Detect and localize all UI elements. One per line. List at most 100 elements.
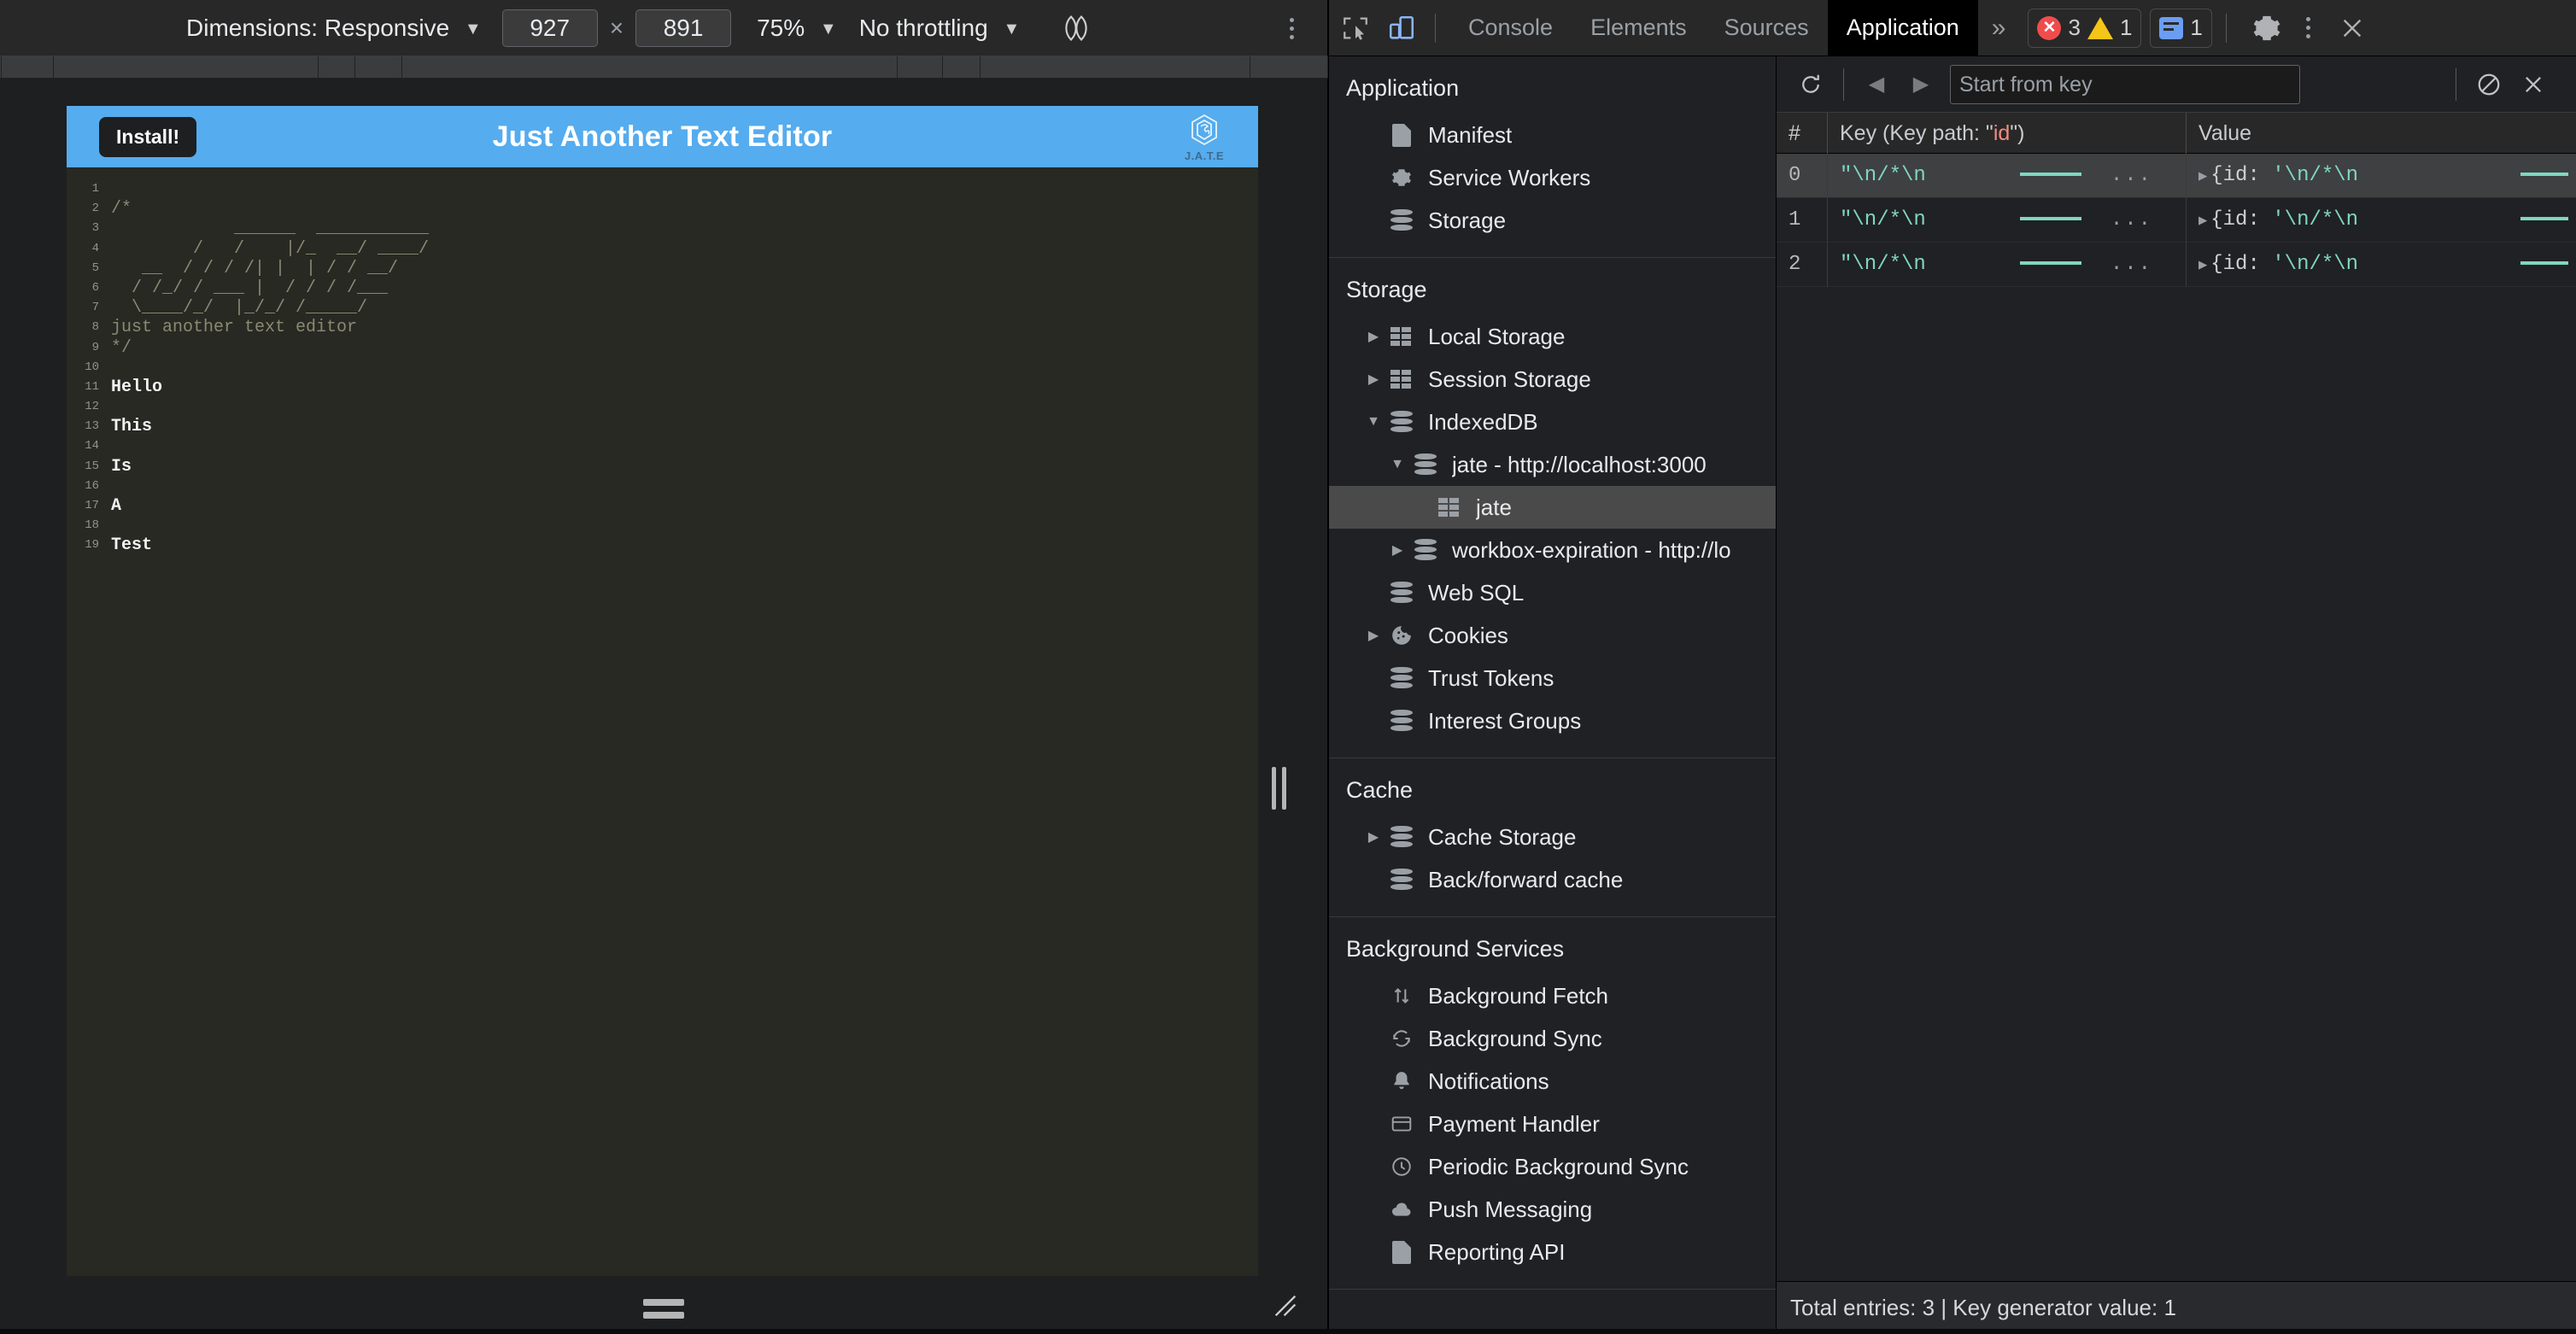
line-number: 19 <box>85 538 99 553</box>
ruler-tick <box>1327 56 1328 79</box>
expand-arrow-icon[interactable]: ▶ <box>2198 169 2207 185</box>
cell-value[interactable]: ▶ {id: '\n/*\n <box>2187 198 2576 243</box>
expand-arrow-icon[interactable]: ▶ <box>2198 214 2207 230</box>
viewport-width-resize-handle[interactable] <box>1269 762 1288 815</box>
inspect-element-icon[interactable] <box>1336 9 1375 48</box>
sidebar-item-interest-groups[interactable]: Interest Groups <box>1329 699 1776 742</box>
table-row[interactable]: 2 "\n/*\n... ▶ {id: '\n/*\n <box>1777 242 2576 287</box>
sidebar-item-cookies[interactable]: ▶ Cookies <box>1329 614 1776 657</box>
sidebar-item-storage[interactable]: Storage <box>1329 199 1776 242</box>
sidebar-item-label: jate - http://localhost:3000 <box>1452 451 1707 477</box>
tab-sources[interactable]: Sources <box>1706 0 1828 56</box>
device-toolbar-more-icon[interactable] <box>1274 10 1308 46</box>
issues-badge-group[interactable]: ✕ 3 1 <box>2028 8 2142 48</box>
chevron-down-icon[interactable]: ▼ <box>1387 457 1408 472</box>
sidebar-item-payment-handler[interactable]: Payment Handler <box>1329 1103 1776 1145</box>
sidebar-item-back-forward-cache[interactable]: Back/forward cache <box>1329 858 1776 901</box>
dimensions-dropdown[interactable]: Dimensions: Responsive ▼ <box>186 15 482 42</box>
sidebar-item-label: Periodic Background Sync <box>1428 1153 1689 1179</box>
messages-badge-group[interactable]: 1 <box>2150 8 2212 48</box>
sidebar-item-web-sql[interactable]: Web SQL <box>1329 571 1776 614</box>
sidebar-item-service-workers[interactable]: Service Workers <box>1329 156 1776 199</box>
sidebar-item-label: workbox-expiration - http://lo <box>1452 536 1731 563</box>
table-icon <box>1385 327 1418 346</box>
viewport-height-input[interactable]: 891 <box>635 9 732 47</box>
viewport-height-resize-handle[interactable] <box>643 1299 684 1319</box>
line-number: 14 <box>85 439 99 453</box>
warning-count: 1 <box>2119 15 2133 40</box>
previous-page-icon[interactable]: ◀ <box>1854 62 1899 107</box>
cell-key[interactable]: "\n/*\n... <box>1828 197 2187 243</box>
viewport-corner-resize-handle[interactable] <box>1271 1291 1300 1320</box>
cell-value[interactable]: ▶ {id: '\n/*\n <box>2187 243 2576 287</box>
sidebar-item-reporting-api[interactable]: Reporting API <box>1329 1231 1776 1273</box>
cell-key[interactable]: "\n/*\n... <box>1828 153 2187 198</box>
chevron-right-icon[interactable]: ▶ <box>1387 541 1408 559</box>
next-page-icon[interactable]: ▶ <box>1899 62 1943 107</box>
column-header-value[interactable]: Value <box>2187 113 2576 154</box>
table-icon <box>1385 370 1418 389</box>
table-row[interactable]: 1 "\n/*\n... ▶ {id: '\n/*\n <box>1777 197 2576 243</box>
zoom-dropdown[interactable]: 75% ▼ <box>757 15 837 42</box>
sidebar-item-jate[interactable]: jate <box>1329 486 1776 529</box>
text-editor[interactable]: 1 2/* 3 ______ ___________ 4 / / |/_ __/ __… <box>67 167 1258 556</box>
tab-elements[interactable]: Elements <box>1572 0 1706 56</box>
sidebar-item-label: Cookies <box>1428 622 1508 648</box>
toggle-device-toolbar-icon[interactable] <box>1382 9 1421 48</box>
sidebar-item-session-storage[interactable]: ▶ Session Storage <box>1329 358 1776 401</box>
sidebar-item-manifest[interactable]: Manifest <box>1329 114 1776 156</box>
cell-key[interactable]: "\n/*\n... <box>1828 242 2187 287</box>
line-text: / / |/_ __/ ____/ <box>111 238 430 259</box>
sidebar-item-background-fetch[interactable]: Background Fetch <box>1329 974 1776 1017</box>
tab-application[interactable]: Application <box>1827 0 1978 56</box>
start-from-key-input[interactable]: Start from key <box>1950 64 2300 104</box>
table-row[interactable]: 0 "\n/*\n... ▶ {id: '\n/*\n <box>1777 153 2576 198</box>
sidebar-item-label: Notifications <box>1428 1068 1549 1094</box>
line-number: 2 <box>91 202 99 216</box>
editor-line: 16 <box>67 477 1258 496</box>
dimension-separator: × <box>609 14 624 41</box>
chevron-right-icon[interactable]: ▶ <box>1363 828 1384 845</box>
line-text: __ / / / /| | | / / __/ <box>111 258 399 278</box>
refresh-icon[interactable] <box>1789 62 1833 107</box>
chevron-right-icon[interactable]: ▶ <box>1363 328 1384 345</box>
column-header-index[interactable]: # <box>1777 112 1828 154</box>
sidebar-item-periodic-background-sync[interactable]: Periodic Background Sync <box>1329 1145 1776 1188</box>
gear-icon[interactable] <box>2247 9 2286 48</box>
chevron-right-icon[interactable]: ▶ <box>1363 627 1384 644</box>
chevron-down-icon[interactable]: ▼ <box>1363 414 1384 430</box>
cell-key-text: "\n/*\n <box>1840 163 1926 187</box>
sidebar-item-notifications[interactable]: Notifications <box>1329 1060 1776 1103</box>
devtools-more-icon[interactable] <box>2292 10 2326 46</box>
throttling-dropdown[interactable]: No throttling ▼ <box>859 15 1021 42</box>
cell-value-text: '\n/*\n <box>2272 208 2359 231</box>
sidebar-item-cache-storage[interactable]: ▶ Cache Storage <box>1329 816 1776 858</box>
editor-line: 8 just another text editor <box>67 318 1258 337</box>
sidebar-item-trust-tokens[interactable]: Trust Tokens <box>1329 657 1776 699</box>
divider <box>1435 13 1436 43</box>
sidebar-item-background-sync[interactable]: Background Sync <box>1329 1017 1776 1060</box>
more-tabs-icon[interactable]: » <box>1978 14 2020 43</box>
chevron-down-icon: ▼ <box>819 19 837 38</box>
column-header-key[interactable]: Key (Key path: "id") <box>1828 112 2187 154</box>
cell-value[interactable]: ▶ {id: '\n/*\n <box>2187 154 2576 198</box>
sidebar-item-local-storage[interactable]: ▶ Local Storage <box>1329 315 1776 358</box>
application-sidebar[interactable]: Application Manifest Service Workers Storag… <box>1329 56 1777 1334</box>
sidebar-item-indexeddb[interactable]: ▼ IndexedDB <box>1329 401 1776 443</box>
editor-line: 12 <box>67 397 1258 417</box>
bell-icon <box>1385 1070 1418 1092</box>
truncation-ellipsis: ... <box>2110 252 2153 276</box>
clear-object-store-icon[interactable] <box>2467 62 2511 107</box>
close-icon[interactable] <box>2333 9 2372 48</box>
chevron-right-icon[interactable]: ▶ <box>1363 371 1384 388</box>
sidebar-item-jate-http-localhost-3000[interactable]: ▼ jate - http://localhost:3000 <box>1329 443 1776 486</box>
tab-console[interactable]: Console <box>1449 0 1572 56</box>
credit-card-icon <box>1385 1113 1418 1135</box>
delete-selected-icon[interactable] <box>2511 62 2556 107</box>
expand-arrow-icon[interactable]: ▶ <box>2198 258 2207 274</box>
sidebar-item-workbox-expiration-http-lo[interactable]: ▶ workbox-expiration - http://lo <box>1329 529 1776 571</box>
viewport-width-input[interactable]: 927 <box>501 9 598 47</box>
sidebar-item-push-messaging[interactable]: Push Messaging <box>1329 1188 1776 1231</box>
line-number: 1 <box>91 182 99 196</box>
rotate-device-icon[interactable] <box>1059 11 1093 45</box>
